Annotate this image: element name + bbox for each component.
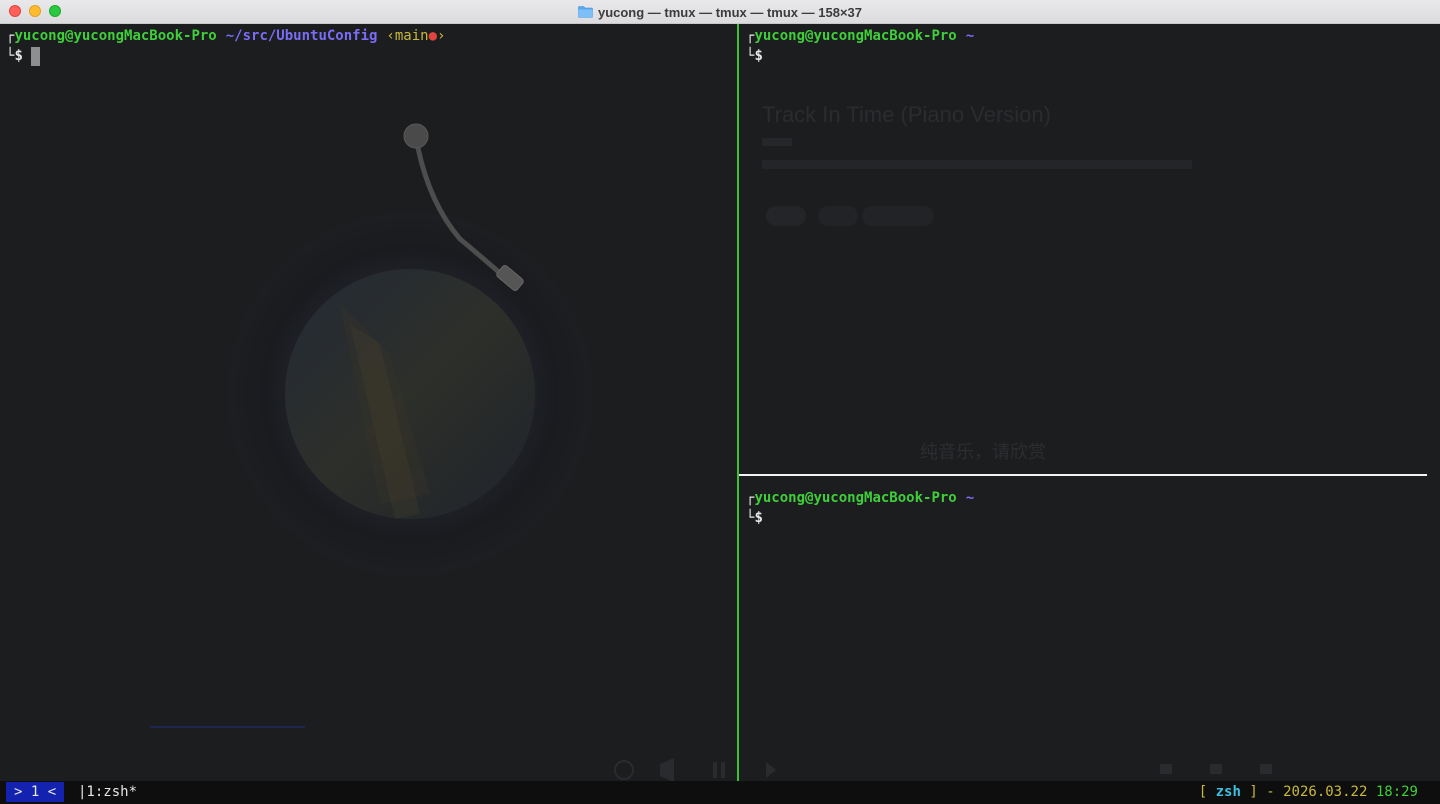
vinyl-disc-icon: [228, 212, 592, 576]
pane-divider-horizontal[interactable]: [739, 474, 1427, 476]
prompt-line-2: └ $: [746, 46, 974, 66]
prompt-line-2: └ $: [746, 508, 974, 528]
prompt-corner-top: ┌: [746, 28, 755, 44]
window-title-container: yucong — tmux — tmux — tmux — 158×37: [0, 0, 1440, 24]
tonearm-icon: [403, 123, 524, 291]
folder-icon: [578, 6, 593, 18]
git-dirty-dot: ●: [428, 28, 438, 44]
right-top-pane[interactable]: ┌ yucong@yucongMacBook-Pro ~ └ $: [746, 26, 974, 66]
prompt-path: ~: [965, 28, 975, 44]
status-bracket-close: ]: [1249, 784, 1258, 800]
prompt-corner-bottom: └: [6, 48, 15, 64]
prompt-user-host: yucong@yucongMacBook-Pro: [14, 28, 217, 44]
window-list-item[interactable]: |1:zsh*: [78, 781, 137, 804]
bg-song-title: Track In Time (Piano Version): [762, 102, 1051, 127]
window-title: yucong — tmux — tmux — tmux — 158×37: [597, 4, 863, 20]
status-shell-name: zsh: [1215, 784, 1241, 800]
prompt-line-1: ┌ yucong@yucongMacBook-Pro ~: [746, 26, 974, 46]
prompt-corner-top: ┌: [746, 490, 755, 506]
bg-lyrics-notice: 纯音乐，请欣赏: [920, 442, 1046, 463]
prompt-line-1: ┌ yucong@yucongMacBook-Pro ~/src/UbuntuCo…: [6, 26, 445, 46]
prompt-line-2: └ $: [6, 46, 445, 66]
window-titlebar[interactable]: yucong — tmux — tmux — tmux — 158×37: [0, 0, 1440, 24]
prompt-corner-top: ┌: [6, 28, 15, 44]
pane-divider-vertical[interactable]: [737, 24, 739, 781]
prompt-line-1: ┌ yucong@yucongMacBook-Pro ~: [746, 488, 974, 508]
left-pane[interactable]: ┌ yucong@yucongMacBook-Pro ~/src/UbuntuCo…: [6, 26, 445, 66]
prompt-symbol: $: [754, 48, 763, 64]
prompt-symbol: $: [754, 510, 763, 526]
prompt-symbol: $: [14, 48, 23, 64]
prompt-user-host: yucong@yucongMacBook-Pro: [754, 28, 957, 44]
status-date: 2026.03.22: [1283, 784, 1368, 800]
git-branch-open: ‹main: [386, 28, 429, 44]
tmux-statusbar: > 1 < |1:zsh* [ zsh ] - 2026.03.22 18:29: [0, 781, 1440, 804]
terminal-cursor: [30, 46, 40, 66]
status-separator: -: [1266, 784, 1275, 800]
right-bottom-pane[interactable]: ┌ yucong@yucongMacBook-Pro ~ └ $: [746, 488, 974, 528]
prompt-corner-bottom: └: [746, 510, 755, 526]
prompt-path: ~: [965, 490, 975, 506]
current-window-indicator[interactable]: > 1 <: [6, 782, 65, 802]
prompt-path: ~/src/UbuntuConfig: [225, 28, 378, 44]
bg-player-controls: [614, 758, 1272, 782]
prompt-user-host: yucong@yucongMacBook-Pro: [754, 490, 957, 506]
status-bracket-open: [: [1198, 784, 1208, 800]
status-right: [ zsh ] - 2026.03.22 18:29: [1199, 781, 1418, 804]
background-music-player: Track In Time (Piano Version) 纯音乐，请欣赏: [150, 102, 1272, 782]
terminal-area[interactable]: Track In Time (Piano Version) 纯音乐，请欣赏 ┌ y…: [0, 24, 1440, 804]
status-time: 18:29: [1375, 784, 1418, 800]
git-branch-close: ›: [437, 28, 446, 44]
prompt-corner-bottom: └: [746, 48, 755, 64]
